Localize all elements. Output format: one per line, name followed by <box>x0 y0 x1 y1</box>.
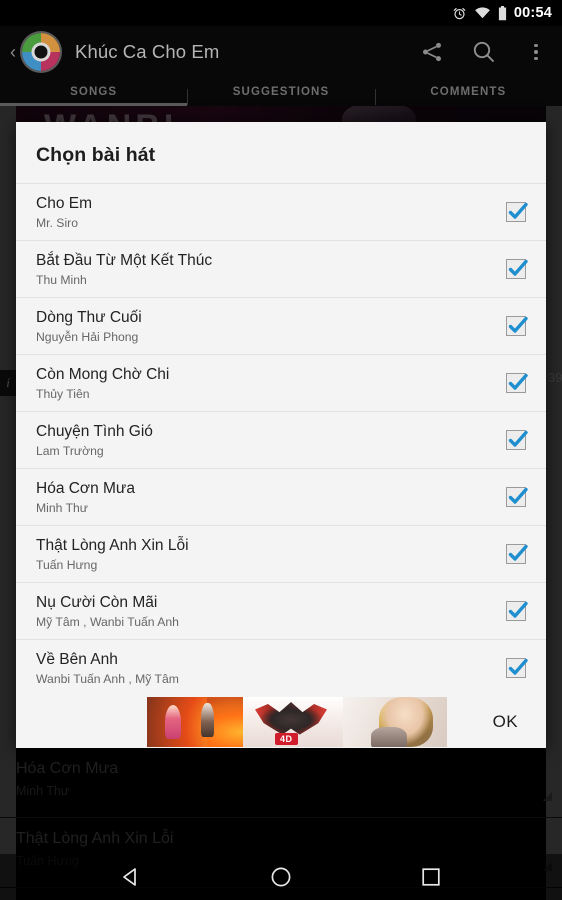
song-row[interactable]: Về Bên Anh Wanbi Tuấn Anh , Mỹ Tâm <box>16 639 546 696</box>
tab-comments[interactable]: COMMENTS <box>374 86 562 105</box>
check-icon <box>508 601 528 618</box>
song-text: Nụ Cười Còn Mãi Mỹ Tâm , Wanbi Tuấn Anh <box>36 593 494 629</box>
background-count-badge: 39 <box>548 370 562 385</box>
song-checkbox[interactable] <box>506 487 528 507</box>
song-title: Bắt Đầu Từ Một Kết Thúc <box>36 251 213 269</box>
back-nav-icon[interactable] <box>111 857 151 897</box>
song-text: Thật Lòng Anh Xin Lỗi Tuấn Hưng <box>36 536 494 572</box>
tab-suggestions[interactable]: SUGGESTIONS <box>187 86 374 105</box>
song-row[interactable]: Thật Lòng Anh Xin Lỗi Tuấn Hưng <box>16 525 546 582</box>
song-text: Bắt Đầu Từ Một Kết Thúc Thu Minh <box>36 251 494 287</box>
dialog-footer: 4D OK <box>16 696 546 748</box>
song-artist: Lam Trường <box>36 444 104 459</box>
song-title: Hóa Cơn Mưa <box>36 479 135 497</box>
check-icon <box>508 430 528 447</box>
check-icon <box>508 658 528 675</box>
app-screen: WANBI i 39 Hóa Cơn Mưa Minh Thư Thật Lòn… <box>0 0 562 900</box>
song-text: Hóa Cơn Mưa Minh Thư <box>36 479 494 515</box>
song-row[interactable]: Dòng Thư Cuối Nguyễn Hải Phong <box>16 297 546 354</box>
tab-selected-indicator <box>0 103 187 106</box>
song-row[interactable]: Còn Mong Chờ Chi Thủy Tiên <box>16 354 546 411</box>
song-row[interactable]: Nụ Cười Còn Mãi Mỹ Tâm , Wanbi Tuấn Anh <box>16 582 546 639</box>
check-icon <box>508 373 528 390</box>
list-item-artist: Minh Thư <box>16 784 70 798</box>
info-icon[interactable]: i <box>0 370 16 396</box>
song-title: Thật Lòng Anh Xin Lỗi <box>36 536 189 554</box>
recents-nav-icon[interactable] <box>411 857 451 897</box>
status-bar: 00:54 <box>0 0 562 26</box>
select-songs-dialog: Chọn bài hát Cho Em Mr. Siro Bắt Đầu Từ … <box>16 122 546 748</box>
ad-overlay <box>147 697 447 747</box>
song-artist: Mr. Siro <box>36 216 78 231</box>
song-checkbox[interactable] <box>506 202 528 222</box>
album-art-icon[interactable] <box>22 33 60 71</box>
ok-button[interactable]: OK <box>477 702 534 742</box>
song-artist: Nguyễn Hải Phong <box>36 330 139 345</box>
song-artist: Thủy Tiên <box>36 387 90 402</box>
song-artist: Tuấn Hưng <box>36 558 98 573</box>
song-selection-list: Cho Em Mr. Siro Bắt Đầu Từ Một Kết Thúc … <box>16 183 546 696</box>
song-row[interactable]: Hóa Cơn Mưa Minh Thư <box>16 468 546 525</box>
back-chevron-icon[interactable]: ‹ <box>5 43 21 61</box>
song-text: Còn Mong Chờ Chi Thủy Tiên <box>36 365 494 401</box>
dialog-title: Chọn bài hát <box>36 144 156 166</box>
list-item[interactable]: Hóa Cơn Mưa Minh Thư <box>0 748 562 818</box>
check-icon <box>508 487 528 504</box>
song-checkbox[interactable] <box>506 259 528 279</box>
song-artist: Thu Minh <box>36 273 87 288</box>
song-row[interactable]: Chuyện Tình Gió Lam Trường <box>16 411 546 468</box>
status-clock: 00:54 <box>513 5 552 21</box>
overflow-menu-icon[interactable] <box>510 26 562 78</box>
share-icon[interactable] <box>406 26 458 78</box>
song-checkbox[interactable] <box>506 601 528 621</box>
list-item-title: Hóa Cơn Mưa <box>16 760 119 777</box>
song-text: Cho Em Mr. Siro <box>36 194 494 230</box>
song-title: Về Bên Anh <box>36 650 118 668</box>
home-nav-icon[interactable] <box>261 857 301 897</box>
song-text: Về Bên Anh Wanbi Tuấn Anh , Mỹ Tâm <box>36 650 494 686</box>
page-title: Khúc Ca Cho Em <box>75 41 220 62</box>
appbar-actions <box>406 26 562 78</box>
battery-icon <box>498 5 507 20</box>
song-checkbox[interactable] <box>506 658 528 678</box>
check-icon <box>508 316 528 333</box>
song-text: Dòng Thư Cuối Nguyễn Hải Phong <box>36 308 494 344</box>
song-row[interactable]: Bắt Đầu Từ Một Kết Thúc Thu Minh <box>16 240 546 297</box>
list-item-title: Thật Lòng Anh Xin Lỗi <box>16 830 174 847</box>
song-text: Chuyện Tình Gió Lam Trường <box>36 422 494 458</box>
wifi-icon <box>475 7 490 19</box>
song-title: Chuyện Tình Gió <box>36 422 153 440</box>
song-checkbox[interactable] <box>506 316 528 336</box>
song-checkbox[interactable] <box>506 430 528 450</box>
tab-songs[interactable]: SONGS <box>0 86 187 98</box>
song-title: Nụ Cười Còn Mãi <box>36 593 158 611</box>
tab-bar: SONGS SUGGESTIONS COMMENTS <box>0 78 562 106</box>
song-title: Dòng Thư Cuối <box>36 308 142 326</box>
check-icon <box>508 259 528 276</box>
song-row[interactable]: Cho Em Mr. Siro <box>16 183 546 240</box>
alarm-icon <box>453 7 466 19</box>
system-nav-bar <box>0 854 562 900</box>
song-artist: Mỹ Tâm , Wanbi Tuấn Anh <box>36 615 179 630</box>
song-artist: Minh Thư <box>36 501 88 516</box>
search-icon[interactable] <box>458 26 510 78</box>
app-bar: ‹ Khúc Ca Cho Em <box>0 26 562 78</box>
game-ad-banner[interactable]: 4D <box>147 697 447 747</box>
row-corner-flag-icon <box>543 792 552 801</box>
check-icon <box>508 202 528 219</box>
song-artist: Wanbi Tuấn Anh , Mỹ Tâm <box>36 672 179 687</box>
check-icon <box>508 544 528 561</box>
song-title: Cho Em <box>36 194 92 212</box>
song-checkbox[interactable] <box>506 544 528 564</box>
song-title: Còn Mong Chờ Chi <box>36 365 170 383</box>
song-checkbox[interactable] <box>506 373 528 393</box>
